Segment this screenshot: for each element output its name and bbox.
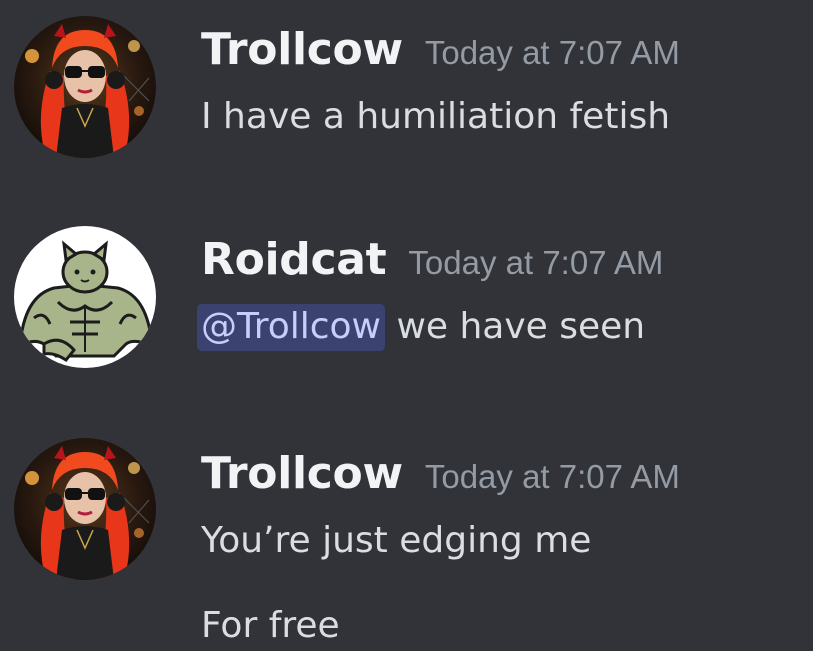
message-text: I have a humiliation fetish xyxy=(201,96,671,137)
avatar[interactable] xyxy=(14,438,156,580)
message-text: For free xyxy=(201,605,340,646)
avatar[interactable] xyxy=(14,16,156,158)
message-item: Trollcow Today at 7:07 AM I have a humili… xyxy=(0,0,813,200)
message-header: Roidcat Today at 7:07 AM xyxy=(201,234,663,285)
username[interactable]: Trollcow xyxy=(201,24,403,75)
timestamp: Today at 7:07 AM xyxy=(424,458,680,495)
message-item: Trollcow Today at 7:07 AM You’re just edg… xyxy=(0,422,813,651)
message-item: Roidcat Today at 7:07 AM @Trollcow we hav… xyxy=(0,210,813,410)
message-list: Trollcow Today at 7:07 AM I have a humili… xyxy=(0,0,813,651)
message-header: Trollcow Today at 7:07 AM xyxy=(201,24,680,75)
redhead-sunglasses-avatar-icon xyxy=(14,16,156,158)
avatar[interactable] xyxy=(14,226,156,368)
redhead-sunglasses-avatar-icon xyxy=(14,438,156,580)
message-text: You’re just edging me xyxy=(201,520,592,561)
message-header: Trollcow Today at 7:07 AM xyxy=(201,448,680,499)
timestamp: Today at 7:07 AM xyxy=(424,34,680,71)
user-mention[interactable]: @Trollcow xyxy=(197,304,385,351)
message-text: @Trollcow we have seen xyxy=(197,304,646,351)
timestamp: Today at 7:07 AM xyxy=(408,244,664,281)
message-text-after-mention: we have seen xyxy=(385,306,646,347)
muscular-cat-avatar-icon xyxy=(14,226,156,368)
username[interactable]: Trollcow xyxy=(201,448,403,499)
username[interactable]: Roidcat xyxy=(201,234,387,285)
